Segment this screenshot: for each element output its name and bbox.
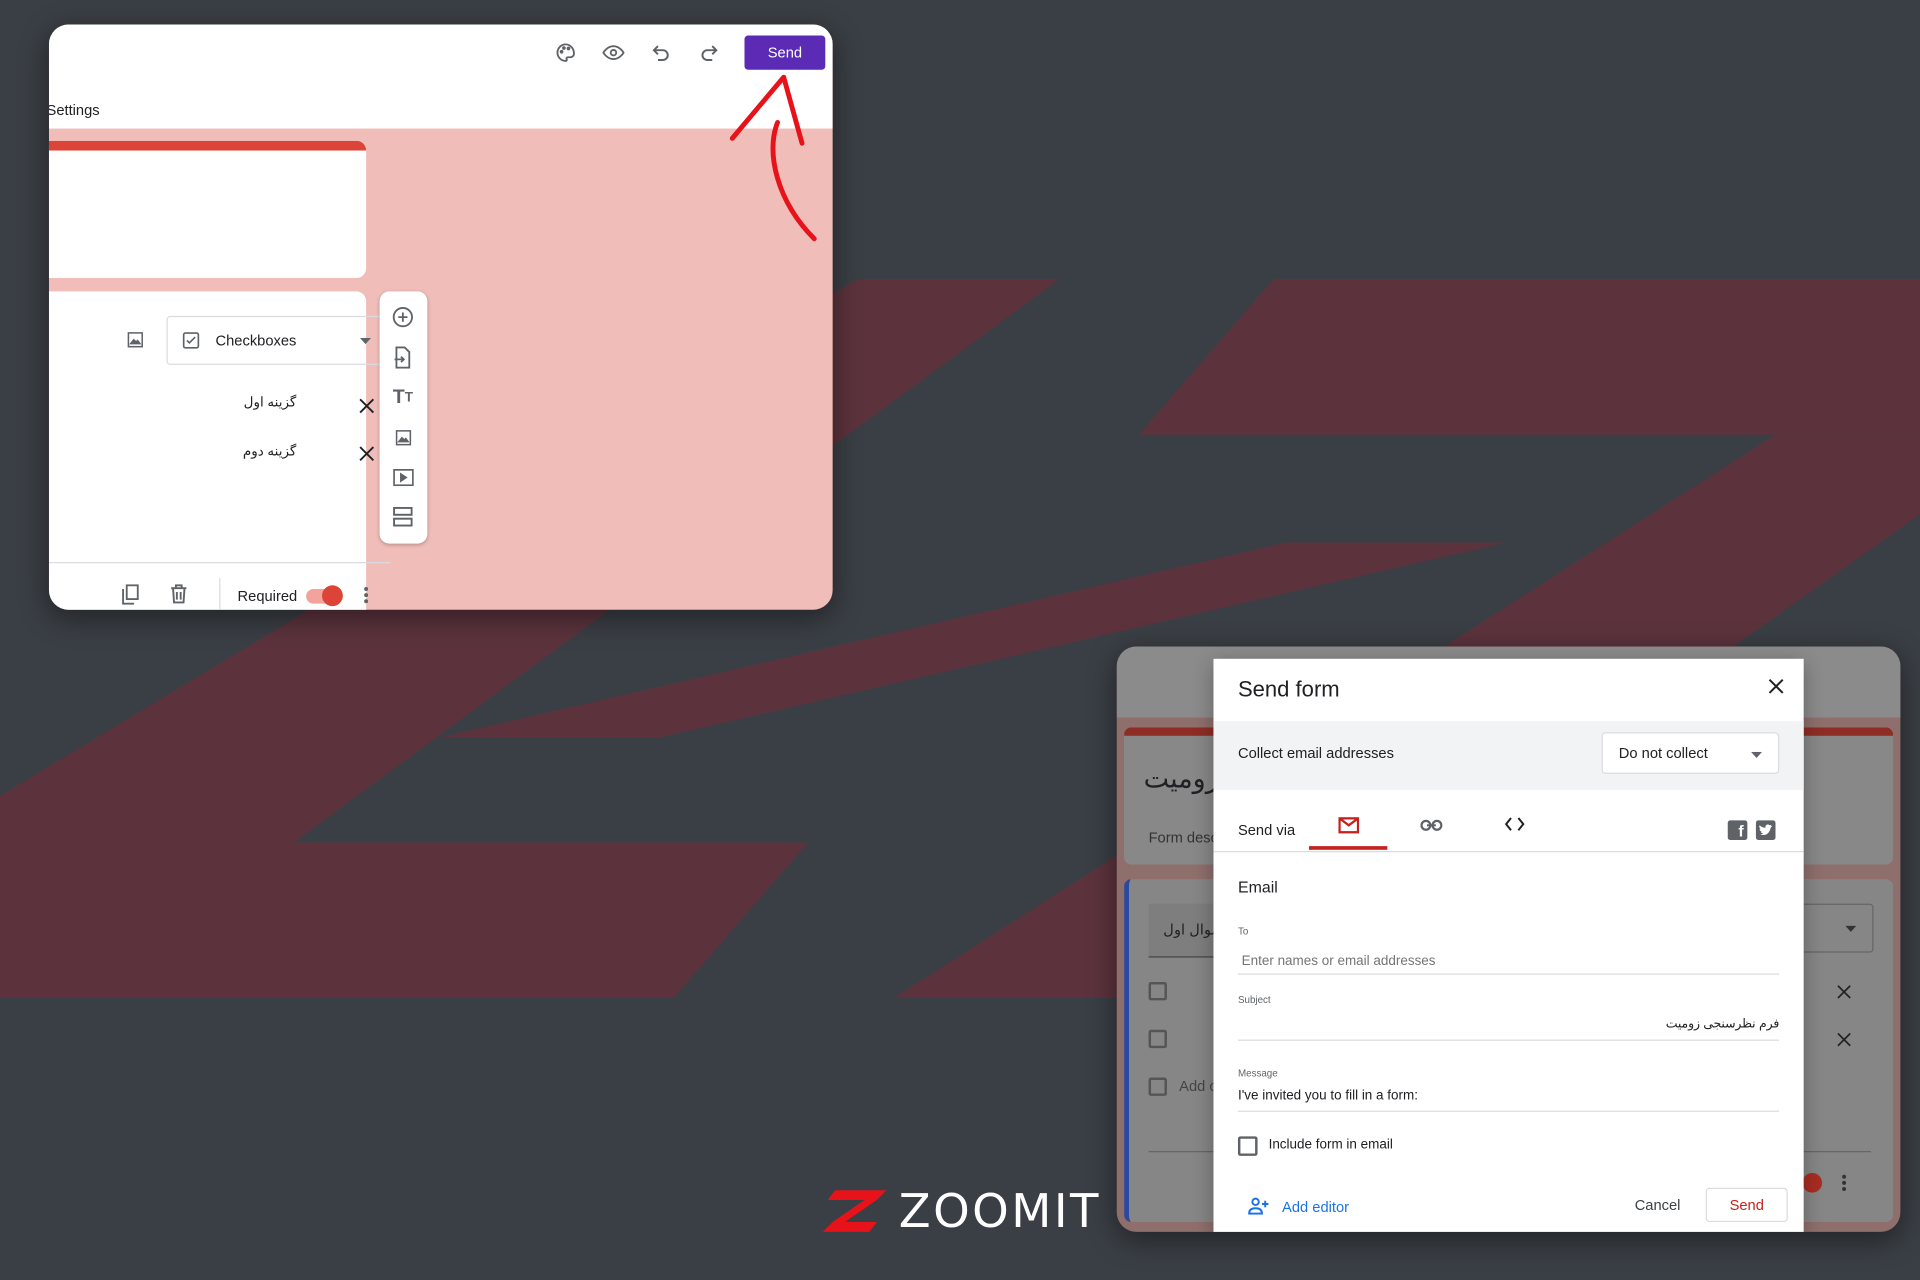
question-card[interactable]: Checkboxes گزینه اول گزینه دوم Required [48,291,391,610]
required-label: Required [237,587,298,605]
duplicate-icon[interactable] [118,582,142,606]
form-title-card[interactable] [48,140,367,278]
palette-icon[interactable] [553,40,577,64]
option-1-text[interactable]: گزینه اول [233,394,297,411]
checkbox-icon [1148,1029,1167,1049]
side-toolbar: TT [379,291,428,544]
dropdown-arrow-icon [359,336,371,346]
add-person-icon [1248,1197,1269,1215]
tab-link[interactable] [1392,811,1470,850]
embed-icon [1504,817,1525,831]
include-form-checkbox[interactable] [1237,1136,1258,1156]
message-value: I've invited you to fill in a form: [1237,1088,1418,1104]
send-button[interactable]: Send [744,35,826,70]
add-option-partial: Add c [1179,1077,1217,1095]
tab-email[interactable] [1308,811,1388,850]
close-icon [1837,1032,1851,1047]
email-heading: Email [1237,877,1278,897]
question-type-dropdown[interactable]: Checkboxes [166,315,391,365]
image-icon[interactable] [122,327,146,351]
remove-option-2-icon[interactable] [354,441,378,465]
redo-icon[interactable] [697,40,721,64]
checkbox-checked-icon [180,329,202,351]
toggle-knob [1802,1173,1823,1193]
zoomit-mark-icon [822,1190,887,1232]
eye-icon[interactable] [601,40,625,64]
title-text-icon[interactable]: TT [391,386,415,410]
image-icon[interactable] [391,425,415,449]
add-editor-button[interactable]: Add editor [1248,1195,1370,1219]
dropdown-arrow-icon [1751,751,1763,758]
send-via-label: Send via [1237,821,1296,839]
subject-input[interactable]: فرم نظرسنجی زومیت [1237,1014,1780,1041]
editor-header: Send Settings [48,24,833,129]
option-2-text[interactable]: گزینه دوم [233,443,296,459]
import-questions-icon[interactable] [391,345,415,369]
red-arrow-annotation [729,74,817,242]
collect-email-value: Do not collect [1618,744,1708,762]
close-icon[interactable] [1764,675,1786,697]
close-icon [1837,985,1851,999]
message-input[interactable]: I've invited you to fill in a form: [1237,1085,1780,1112]
send-form-window: رومیت Form desc سوال اول Add c Send form… [1116,646,1901,1232]
dialog-send-button[interactable]: Send [1705,1187,1788,1223]
undo-icon[interactable] [649,40,673,64]
checkbox-icon [1148,982,1167,1001]
more-options-icon [1842,1174,1847,1191]
question-type-label: Checkboxes [215,331,297,349]
add-editor-label: Add editor [1282,1198,1350,1216]
logo-text: ZOOMIT [898,1184,1101,1238]
subject-label: Subject [1237,994,1271,1006]
to-input[interactable] [1237,947,1780,975]
to-label: To [1237,925,1249,937]
include-form-label: Include form in email [1268,1137,1393,1153]
required-toggle[interactable] [306,585,345,607]
divider [48,562,391,564]
form-editor-window: Send Settings Checkboxes گزینه اول گزینه… [48,24,833,610]
form-title-partial: رومیت [1143,762,1219,794]
footer-divider [219,577,221,610]
tabs-divider [1213,851,1804,853]
dialog-title: Send form [1237,677,1340,702]
send-form-dialog: Send form Collect email addresses Do not… [1213,658,1804,1232]
facebook-icon[interactable]: f [1727,820,1748,841]
subject-value: فرم نظرسنجی زومیت [1665,1017,1780,1032]
form-description-partial: Form desc [1148,828,1218,847]
zoomit-logo: ZOOMIT [820,1184,1101,1238]
tab-settings[interactable]: Settings [49,102,100,119]
more-options-icon[interactable] [355,583,377,607]
message-label: Message [1237,1067,1278,1079]
checkbox-icon [1148,1077,1167,1096]
video-icon[interactable] [391,465,415,489]
twitter-icon[interactable] [1755,820,1776,841]
email-icon [1338,817,1360,834]
section-icon[interactable] [391,504,415,528]
collect-email-label: Collect email addresses [1237,744,1394,762]
question-input-partial: سوال اول [1148,903,1224,958]
collect-email-select[interactable]: Do not collect [1601,732,1780,774]
remove-option-1-icon[interactable] [354,393,378,417]
tab-embed[interactable] [1476,811,1554,850]
delete-icon[interactable] [167,582,191,606]
collect-email-row: Collect email addresses Do not collect [1213,721,1804,790]
link-icon [1420,819,1443,831]
cancel-button[interactable]: Cancel [1635,1196,1681,1213]
add-question-icon[interactable] [391,305,415,329]
